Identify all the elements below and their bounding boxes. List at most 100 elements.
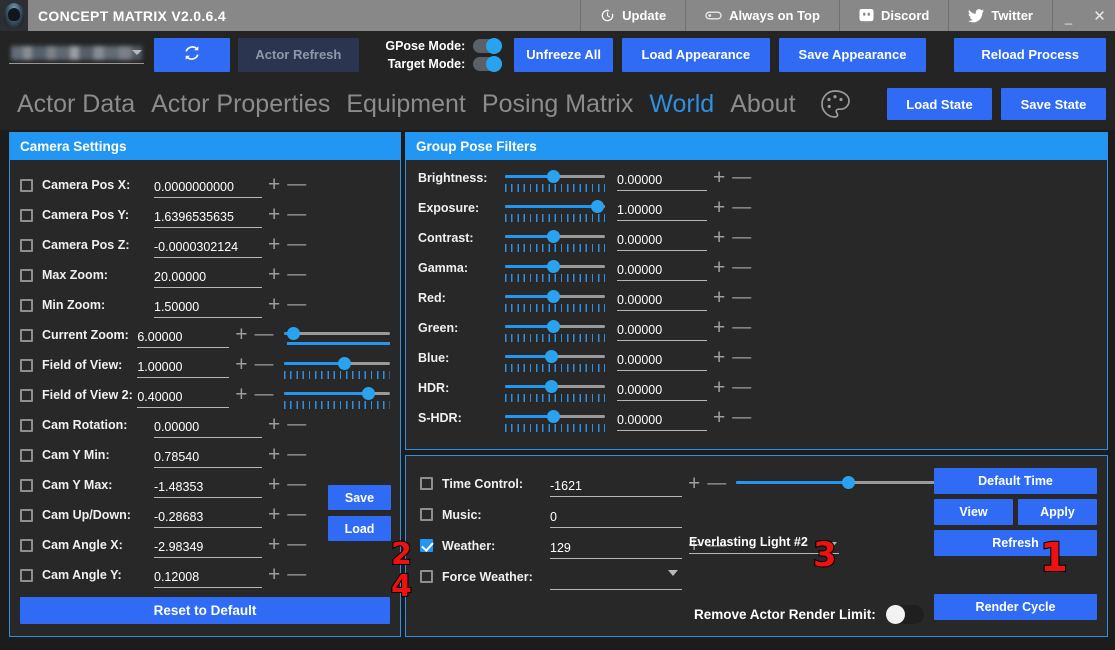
filter-row-stepper[interactable]: + — (713, 317, 751, 338)
filter-row-field[interactable]: 0.00000 (617, 285, 707, 311)
camera-row-plus-icon[interactable]: + (268, 474, 280, 495)
filter-row-slider[interactable] (505, 409, 605, 432)
filter-row-field[interactable]: 0.00000 (617, 315, 707, 341)
filter-row-plus-icon[interactable]: + (713, 167, 725, 188)
camera-row-stepper[interactable]: + — (268, 204, 310, 225)
remove-render-limit-toggle[interactable] (885, 605, 924, 624)
camera-row-minus-icon[interactable]: — (254, 325, 273, 344)
camera-row-field[interactable]: 1.50000 (154, 292, 262, 318)
time-control-stepper[interactable]: + — (688, 473, 726, 494)
camera-row-plus-icon[interactable]: + (268, 264, 280, 285)
filter-row-stepper[interactable]: + — (713, 347, 751, 368)
camera-row-field[interactable]: -0.28683 (154, 502, 262, 528)
tab-actor-properties[interactable]: Actor Properties (143, 90, 338, 119)
camera-row-stepper[interactable]: + — (268, 264, 310, 285)
camera-row-field[interactable]: -0.0000302124 (154, 232, 262, 258)
camera-row-minus-icon[interactable]: — (287, 415, 306, 434)
camera-row-stepper[interactable]: + — (268, 474, 310, 495)
camera-row-stepper[interactable]: + — (268, 504, 310, 525)
render-cycle-button[interactable]: Render Cycle (934, 594, 1097, 620)
camera-row-minus-icon[interactable]: — (287, 295, 306, 314)
filter-row-slider[interactable] (505, 289, 605, 312)
music-field[interactable]: 0 (550, 502, 682, 528)
filter-row-plus-icon[interactable]: + (713, 287, 725, 308)
camera-row-plus-icon[interactable]: + (235, 384, 247, 405)
camera-row-stepper[interactable]: + — (235, 354, 273, 375)
twitter-button[interactable]: Twitter (948, 0, 1052, 31)
filter-row-field[interactable]: 0.00000 (617, 165, 707, 191)
camera-row-minus-icon[interactable]: — (287, 205, 306, 224)
camera-row-checkbox[interactable] (20, 238, 33, 252)
filter-row-field[interactable]: 0.00000 (617, 375, 707, 401)
camera-row-field[interactable]: 1.00000 (137, 352, 230, 378)
apply-button[interactable]: Apply (1018, 499, 1097, 525)
filter-row-field[interactable]: 0.00000 (617, 345, 707, 371)
camera-row-minus-icon[interactable]: — (287, 265, 306, 284)
time-control-checkbox[interactable] (420, 477, 433, 490)
camera-row-field[interactable]: 0.12008 (154, 562, 262, 588)
filter-row-slider[interactable] (505, 259, 605, 282)
filter-row-stepper[interactable]: + — (713, 197, 751, 218)
refresh-actor-button[interactable] (153, 37, 230, 72)
camera-row-field[interactable]: 20.00000 (154, 262, 262, 288)
camera-row-checkbox[interactable] (20, 298, 33, 312)
save-state-button[interactable]: Save State (1001, 88, 1106, 120)
camera-row-plus-icon[interactable]: + (268, 174, 280, 195)
filter-row-slider[interactable] (505, 379, 605, 402)
default-time-button[interactable]: Default Time (934, 468, 1097, 494)
camera-row-stepper[interactable]: + — (268, 294, 310, 315)
camera-save-button[interactable]: Save (328, 485, 391, 510)
update-button[interactable]: Update (580, 0, 685, 31)
camera-row-minus-icon[interactable]: — (287, 505, 306, 524)
filter-row-minus-icon[interactable]: — (732, 288, 751, 307)
camera-row-plus-icon[interactable]: + (235, 354, 247, 375)
weather-checkbox[interactable] (420, 539, 433, 552)
camera-row-field[interactable]: 6.00000 (137, 322, 230, 348)
camera-row-minus-icon[interactable]: — (287, 475, 306, 494)
filter-row-plus-icon[interactable]: + (713, 347, 725, 368)
camera-row-checkbox[interactable] (20, 358, 33, 372)
camera-row-checkbox[interactable] (20, 568, 33, 582)
camera-row-field[interactable]: 0.78540 (154, 442, 262, 468)
filter-row-minus-icon[interactable]: — (732, 228, 751, 247)
camera-row-stepper[interactable]: + — (268, 564, 310, 585)
time-control-minus-icon[interactable]: — (707, 474, 726, 493)
filter-row-field[interactable]: 0.00000 (617, 255, 707, 281)
always-on-top-button[interactable]: Always on Top (685, 0, 839, 31)
camera-row-checkbox[interactable] (20, 538, 33, 552)
camera-row-field[interactable]: 0.0000000000 (154, 172, 262, 198)
camera-row-stepper[interactable]: + — (235, 324, 273, 345)
force-weather-checkbox[interactable] (420, 570, 433, 583)
time-control-plus-icon[interactable]: + (688, 473, 700, 494)
camera-row-plus-icon[interactable]: + (268, 294, 280, 315)
filter-row-stepper[interactable]: + — (713, 407, 751, 428)
camera-row-minus-icon[interactable]: — (254, 355, 273, 374)
filter-row-slider[interactable] (505, 319, 605, 342)
filter-row-field[interactable]: 1.00000 (617, 195, 707, 221)
filter-row-minus-icon[interactable]: — (732, 378, 751, 397)
filter-row-field[interactable]: 0.00000 (617, 225, 707, 251)
camera-row-checkbox[interactable] (20, 208, 33, 222)
actor-selector-dropdown[interactable] (9, 45, 144, 64)
filter-row-plus-icon[interactable]: + (713, 407, 725, 428)
camera-row-field[interactable]: -2.98349 (154, 532, 262, 558)
camera-row-slider[interactable] (284, 386, 390, 409)
filter-row-plus-icon[interactable]: + (713, 227, 725, 248)
refresh-button[interactable]: Refresh (934, 530, 1097, 556)
tab-posing-matrix[interactable]: Posing Matrix (474, 90, 641, 119)
camera-row-checkbox[interactable] (20, 328, 33, 342)
camera-row-minus-icon[interactable]: — (287, 565, 306, 584)
music-checkbox[interactable] (420, 508, 433, 521)
tab-equipment[interactable]: Equipment (338, 90, 474, 119)
camera-row-checkbox[interactable] (20, 508, 33, 522)
filter-row-slider[interactable] (505, 349, 605, 372)
camera-row-stepper[interactable]: + — (268, 414, 310, 435)
camera-load-button[interactable]: Load (328, 516, 391, 541)
palette-icon[interactable] (818, 87, 852, 121)
camera-row-checkbox[interactable] (20, 418, 33, 432)
weather-field[interactable]: 129 (550, 533, 682, 559)
filter-row-slider[interactable] (505, 229, 605, 252)
camera-row-stepper[interactable]: + — (235, 384, 273, 405)
camera-row-field[interactable]: 1.6396535635 (154, 202, 262, 228)
camera-row-plus-icon[interactable]: + (268, 444, 280, 465)
